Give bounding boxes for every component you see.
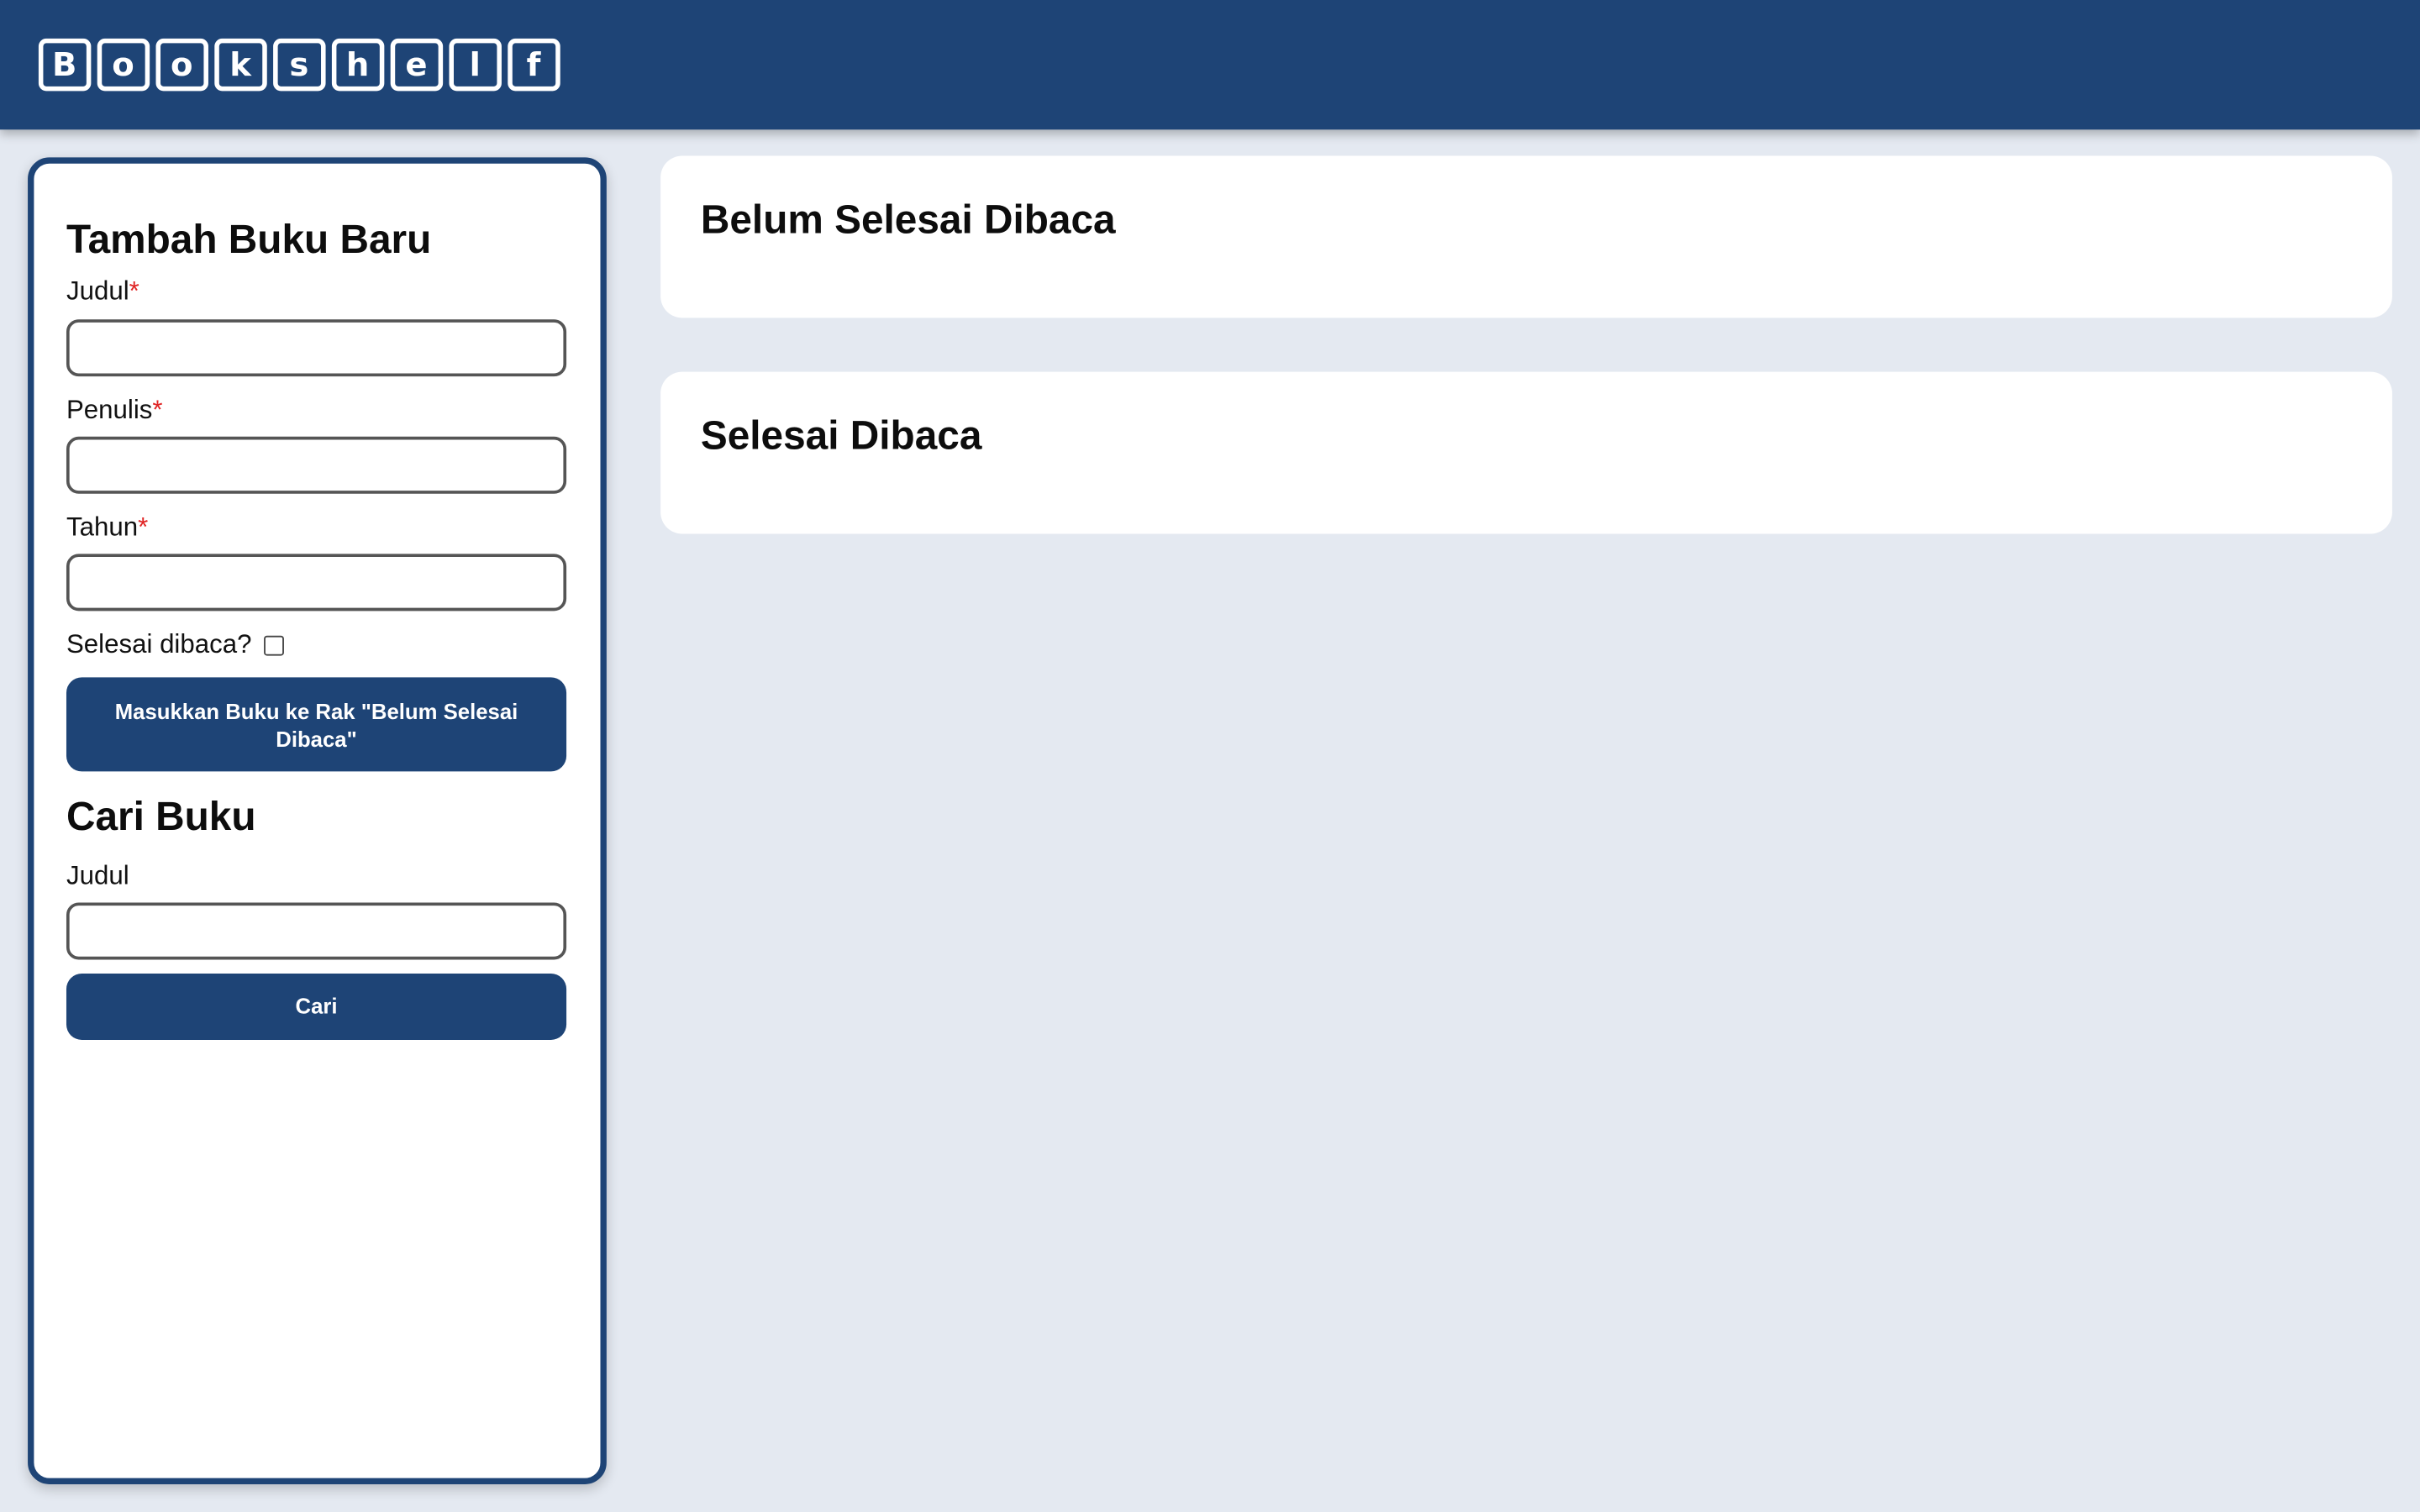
finished-checkbox-label: Selesai dibaca? [66, 630, 252, 659]
author-label-text: Penulis [66, 394, 153, 424]
search-book-form: Cari Buku Judul Cari [66, 794, 568, 1040]
finished-shelf: Selesai Dibaca [660, 371, 2392, 534]
add-book-title: Tambah Buku Baru [66, 216, 432, 263]
sidebar-panel: Tambah Buku Baru Judul* Penulis* Tahun* … [28, 157, 607, 1484]
logo-letter: o [97, 38, 150, 92]
author-field-label: Penulis* [66, 394, 568, 425]
logo-letter: B [38, 38, 91, 92]
book-author-input[interactable] [66, 436, 567, 494]
search-title-input[interactable] [66, 902, 567, 960]
unfinished-shelf-title: Belum Selesai Dibaca [700, 196, 1116, 243]
logo-letter: f [508, 38, 560, 92]
page: B o o k s h e l f Tambah Buku Baru Judul… [0, 0, 2420, 1512]
add-book-form: Tambah Buku Baru Judul* Penulis* Tahun* … [66, 216, 568, 773]
search-button[interactable]: Cari [66, 973, 567, 1040]
required-marker: * [129, 276, 139, 307]
logo-letter: h [331, 38, 384, 92]
logo-letter: e [390, 38, 443, 92]
logo-letter: o [155, 38, 208, 92]
title-field-label: Judul* [66, 276, 568, 307]
logo-letter: s [273, 38, 325, 92]
required-marker: * [138, 512, 149, 542]
search-book-title: Cari Buku [66, 793, 256, 840]
finished-shelf-title: Selesai Dibaca [700, 412, 982, 459]
app-header: B o o k s h e l f [0, 0, 2420, 130]
title-label-text: Judul [66, 276, 129, 307]
logo-letter: k [214, 38, 266, 92]
required-marker: * [152, 394, 163, 424]
shelves-area: Belum Selesai Dibaca Selesai Dibaca [660, 155, 2392, 534]
book-title-input[interactable] [66, 318, 567, 376]
logo-letter: l [449, 38, 502, 92]
add-book-button[interactable]: Masukkan Buku ke Rak "Belum Selesai Diba… [66, 677, 567, 773]
bookshelf-logo: B o o k s h e l f [38, 38, 560, 92]
search-title-label: Judul [66, 860, 129, 890]
year-field-label: Tahun* [66, 512, 568, 543]
unfinished-shelf: Belum Selesai Dibaca [660, 155, 2392, 318]
finished-checkbox-row: Selesai dibaca? [66, 630, 568, 661]
finished-checkbox[interactable] [264, 635, 285, 656]
book-year-input[interactable] [66, 554, 567, 612]
year-label-text: Tahun [66, 512, 139, 542]
